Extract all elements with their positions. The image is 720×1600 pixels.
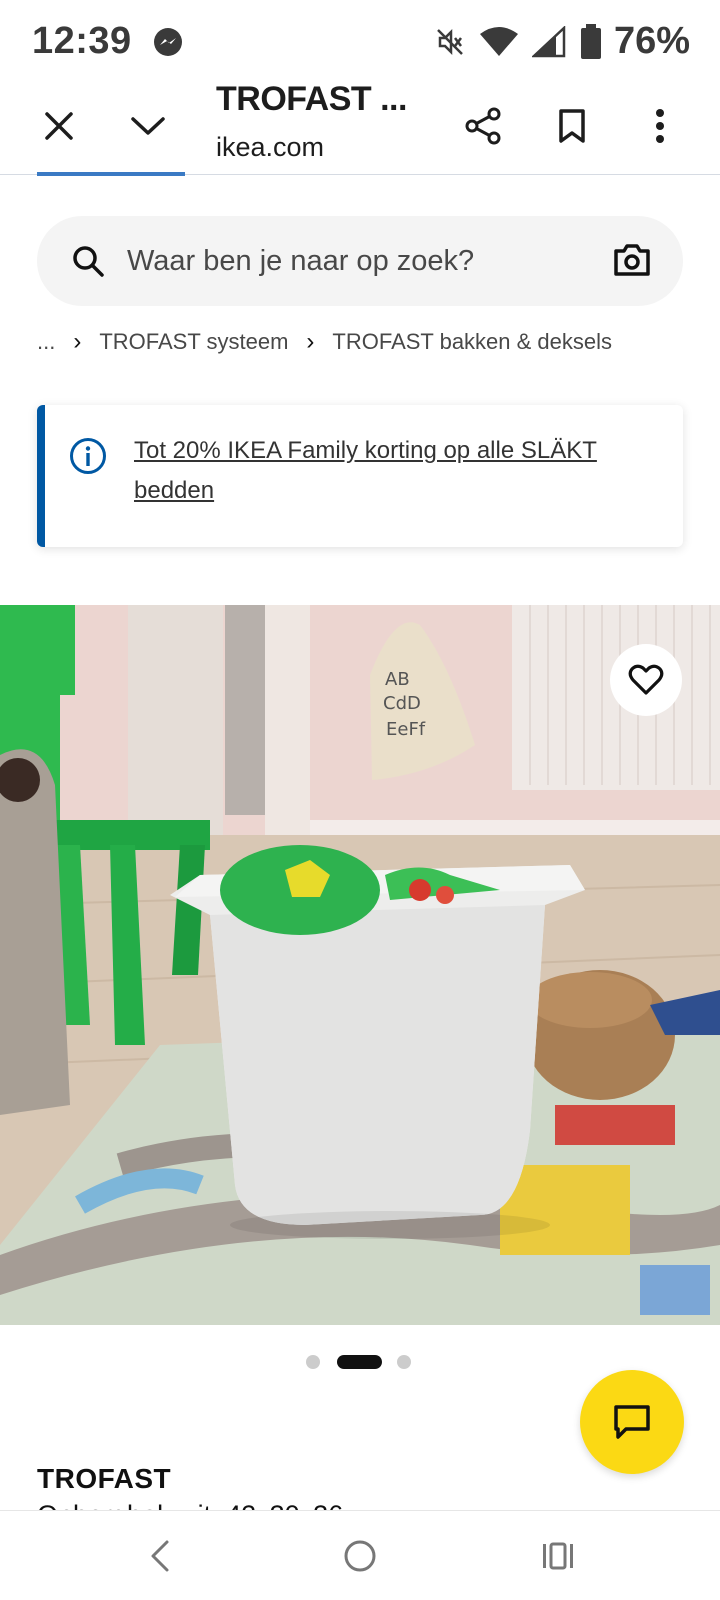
search-bar[interactable] (37, 216, 683, 306)
breadcrumb-trofast-systeem[interactable]: TROFAST systeem (99, 329, 288, 355)
info-banner-accent (37, 405, 45, 547)
back-icon (151, 1540, 169, 1572)
close-button[interactable] (31, 98, 87, 154)
back-button[interactable] (135, 1531, 185, 1581)
info-banner: Tot 20% IKEA Family korting op alle SLÄK… (37, 405, 683, 547)
scroll-progress-indicator (37, 172, 185, 176)
messenger-icon (154, 28, 182, 56)
info-icon (70, 438, 106, 474)
share-icon (465, 107, 501, 145)
search-input[interactable] (127, 216, 567, 306)
heart-icon (628, 664, 664, 695)
chevron-right-icon: › (73, 328, 82, 355)
carousel-dot[interactable] (306, 1355, 320, 1369)
close-icon (45, 112, 73, 140)
bookmark-button[interactable] (544, 98, 600, 154)
recents-icon (543, 1542, 573, 1570)
product-name: TROFAST (37, 1463, 172, 1494)
chat-button[interactable] (580, 1370, 684, 1474)
chevron-right-icon: › (306, 328, 315, 355)
breadcrumb-trofast-bakken[interactable]: TROFAST bakken & deksels (332, 329, 612, 355)
battery-percent: 76% (613, 20, 690, 62)
carousel-dot[interactable] (397, 1355, 411, 1369)
chevron-down-icon (131, 117, 165, 135)
collapse-button[interactable] (120, 98, 176, 154)
product-photo: AB CdD EeFf (0, 605, 720, 1325)
bookmark-icon (559, 109, 585, 143)
promo-link[interactable]: Tot 20% IKEA Family korting op alle SLÄK… (134, 431, 654, 511)
product-image[interactable]: AB CdD EeFf (0, 605, 720, 1325)
chat-icon (614, 1405, 650, 1439)
battery-icon (580, 23, 601, 59)
favorite-button[interactable] (610, 644, 682, 716)
signal-icon (531, 25, 566, 57)
wifi-icon (479, 26, 518, 56)
system-nav-bar (0, 1510, 720, 1600)
status-bar: 12:39 76% (0, 0, 720, 80)
custom-tab-toolbar: TROFAST ... ikea.com (0, 80, 720, 175)
search-icon (73, 246, 104, 277)
more-options-button[interactable] (632, 98, 688, 154)
recents-button[interactable] (533, 1531, 583, 1581)
status-time: 12:39 (32, 20, 132, 62)
share-button[interactable] (455, 98, 511, 154)
svg-text:EeFf: EeFf (386, 719, 426, 740)
home-button[interactable] (335, 1531, 385, 1581)
page-title: TROFAST ... (216, 80, 407, 118)
home-icon (344, 1540, 376, 1572)
carousel-dot-active[interactable] (337, 1355, 382, 1369)
breadcrumb: ... › TROFAST systeem › TROFAST bakken &… (37, 328, 612, 356)
svg-text:CdD: CdD (383, 693, 421, 714)
mute-icon (437, 28, 463, 55)
camera-search-icon[interactable] (613, 242, 651, 278)
svg-text:AB: AB (385, 669, 410, 690)
more-vert-icon (656, 109, 664, 143)
carousel-dots (0, 1355, 720, 1369)
page-domain: ikea.com (216, 132, 325, 162)
breadcrumb-ellipsis[interactable]: ... (37, 329, 55, 355)
status-icons: 76% (434, 20, 690, 63)
